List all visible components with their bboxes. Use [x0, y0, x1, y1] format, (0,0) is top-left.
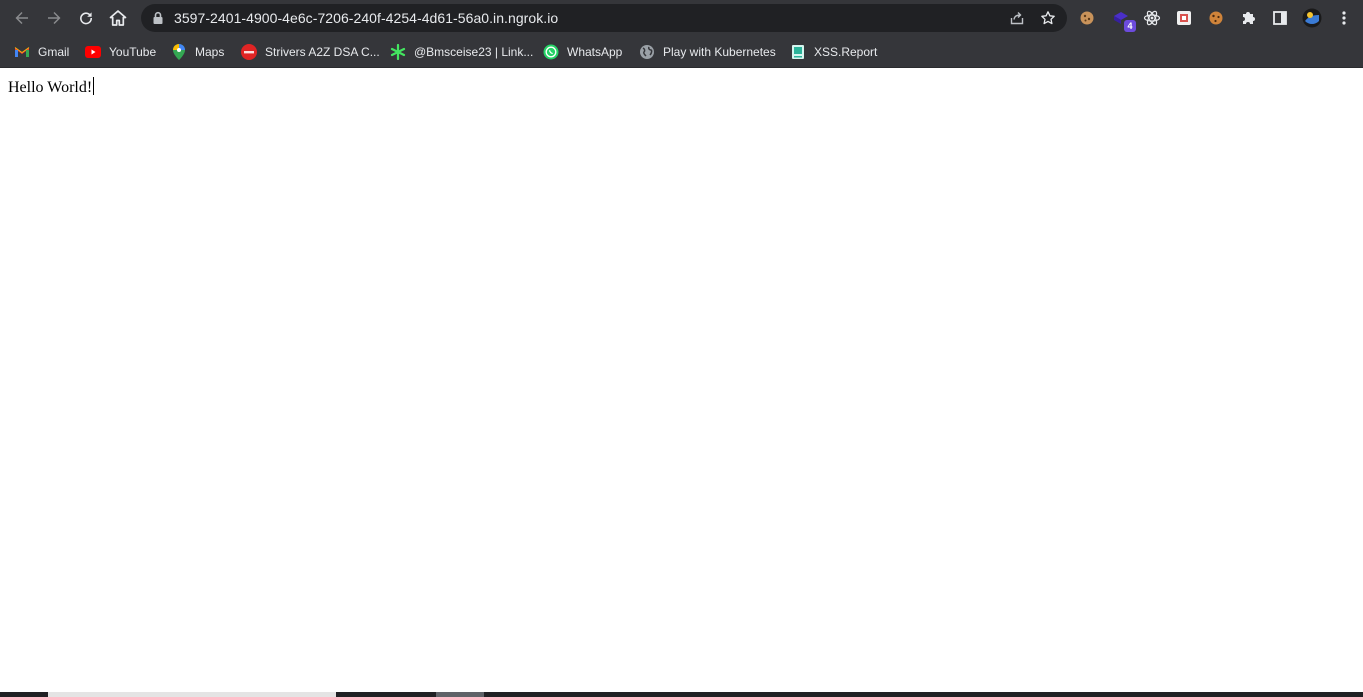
taskbar-segment-light: [48, 692, 336, 697]
tuf-icon: [241, 44, 257, 60]
extension-badge: 4: [1124, 20, 1136, 32]
bookmark-star-icon[interactable]: [1040, 10, 1056, 26]
page-content: Hello World!: [0, 69, 1363, 692]
bookmark-xss-report[interactable]: XSS.Report: [790, 41, 877, 63]
red-extension-icon[interactable]: [1174, 8, 1194, 28]
bookmark-label: WhatsApp: [567, 45, 623, 59]
bookmark-label: Strivers A2Z DSA C...: [265, 45, 380, 59]
purple-extension-icon[interactable]: 4: [1112, 8, 1136, 32]
reload-icon: [80, 12, 93, 25]
home-button[interactable]: [104, 4, 132, 32]
maps-icon: [171, 44, 187, 60]
globe-icon: [639, 44, 655, 60]
cookie-editor-extension-icon[interactable]: [1077, 8, 1097, 28]
react-devtools-icon[interactable]: [1142, 8, 1162, 28]
home-icon: [109, 10, 127, 26]
whatsapp-icon: [543, 44, 559, 60]
bookmark-strivers[interactable]: Strivers A2Z DSA C...: [241, 41, 380, 63]
bookmark-label: Play with Kubernetes: [663, 45, 776, 59]
browser-toolbar: 3597-2401-4900-4e6c-7206-240f-4254-4d61-…: [0, 0, 1363, 36]
share-icon[interactable]: [1009, 10, 1025, 26]
xss-report-icon: [790, 44, 806, 60]
gmail-icon: [14, 44, 30, 60]
bottom-taskbar-strip: [0, 692, 1363, 697]
bookmark-label: Gmail: [38, 45, 70, 59]
cookie-extension-icon[interactable]: [1206, 8, 1226, 28]
side-panel-icon[interactable]: [1270, 8, 1290, 28]
text-cursor: [93, 77, 95, 95]
bookmark-label: Maps: [195, 45, 225, 59]
bookmark-label: @Bmsceise23 | Link...: [414, 45, 534, 59]
bookmark-youtube[interactable]: YouTube: [85, 41, 156, 63]
taskbar-segment-gray: [436, 692, 484, 697]
linktree-icon: [390, 44, 406, 60]
bookmark-maps[interactable]: Maps: [171, 41, 224, 63]
profile-avatar-icon[interactable]: [1302, 8, 1322, 28]
lock-icon[interactable]: [152, 11, 164, 25]
puzzle-extensions-icon[interactable]: [1238, 8, 1258, 28]
forward-arrow-icon: [48, 12, 61, 24]
youtube-icon: [85, 44, 101, 60]
reload-button[interactable]: [72, 4, 100, 32]
bookmark-linktree[interactable]: @Bmsceise23 | Link...: [390, 41, 533, 63]
bookmark-kubernetes[interactable]: Play with Kubernetes: [639, 41, 776, 63]
more-menu-icon[interactable]: [1334, 8, 1354, 28]
back-button[interactable]: [8, 4, 36, 32]
address-bar[interactable]: 3597-2401-4900-4e6c-7206-240f-4254-4d61-…: [141, 4, 1067, 32]
bookmark-whatsapp[interactable]: WhatsApp: [543, 41, 622, 63]
hello-world-text: Hello World!: [8, 79, 93, 96]
bookmark-gmail[interactable]: Gmail: [14, 41, 69, 63]
url-text[interactable]: 3597-2401-4900-4e6c-7206-240f-4254-4d61-…: [174, 10, 558, 26]
bookmark-label: XSS.Report: [814, 45, 878, 59]
bookmarks-bar: Gmail YouTube Maps Strivers A2Z DSA C...…: [0, 36, 1363, 68]
forward-button[interactable]: [40, 4, 68, 32]
back-arrow-icon: [15, 12, 28, 24]
bookmark-label: YouTube: [109, 45, 157, 59]
page-text-container[interactable]: Hello World!: [8, 77, 95, 97]
